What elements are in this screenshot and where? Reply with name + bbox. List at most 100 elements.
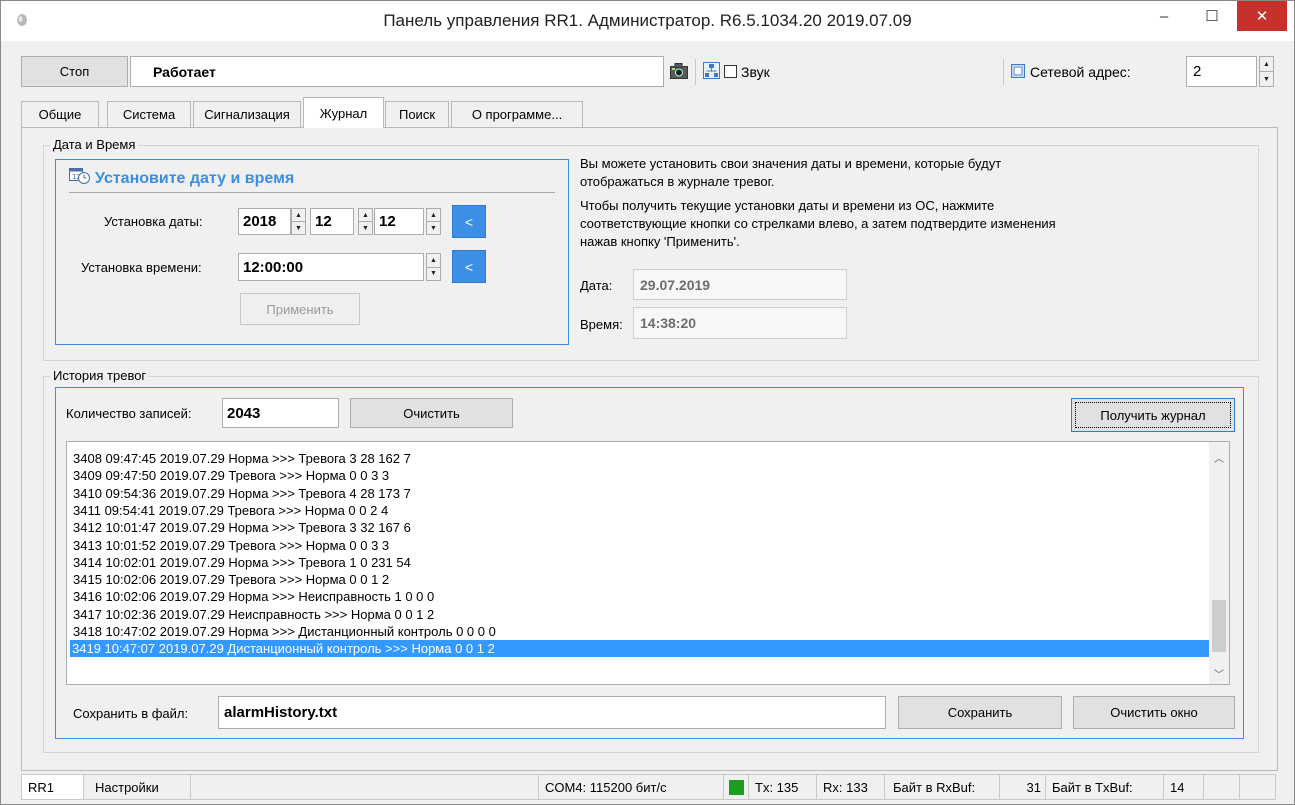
status-rxbuf-label: Байт в RxBuf: <box>885 774 1000 800</box>
spin-down-icon[interactable]: ▼ <box>427 266 440 281</box>
stop-button[interactable]: Стоп <box>21 56 128 87</box>
status-port: COM4: 115200 бит/с <box>539 774 724 800</box>
status-rxbuf-value: 31 <box>1000 774 1046 800</box>
tab-general[interactable]: Общие <box>21 101 99 127</box>
heading-divider <box>69 192 555 193</box>
tab-about[interactable]: О программе... <box>451 101 583 127</box>
save-file-label: Сохранить в файл: <box>73 706 189 721</box>
toolbar-separator <box>695 59 696 85</box>
window-title: Панель управления RR1. Администратор. R6… <box>383 11 912 30</box>
clear-window-button[interactable]: Очистить окно <box>1073 696 1235 729</box>
spin-up-icon[interactable]: ▲ <box>427 254 440 267</box>
network-address-icon <box>1011 64 1025 78</box>
apply-button[interactable]: Применить <box>240 293 360 325</box>
year-spinner[interactable]: ▲ ▼ <box>291 208 306 235</box>
month-spinner[interactable]: ▲ ▼ <box>358 208 373 235</box>
day-spinner[interactable]: ▲ ▼ <box>426 208 441 235</box>
time-label: Установка времени: <box>81 260 202 275</box>
list-scrollbar[interactable]: ︿ ﹀ <box>1209 442 1229 684</box>
history-group-title: История тревог <box>50 368 150 383</box>
status-tab-settings[interactable]: Настройки <box>83 774 191 800</box>
list-item[interactable]: 3414 10:02:01 2019.07.29 Норма >>> Трево… <box>71 554 411 571</box>
network-address-spinner[interactable]: ▲ ▼ <box>1259 56 1274 87</box>
status-field: Работает <box>130 56 664 87</box>
datetime-heading: Установите дату и время <box>95 170 295 187</box>
spin-up-icon[interactable]: ▲ <box>359 209 372 221</box>
year-input[interactable]: 2018 <box>238 208 291 235</box>
network-address-label: Сетевой адрес: <box>1030 64 1131 80</box>
list-item[interactable]: 3415 10:02:06 2019.07.29 Тревога >>> Нор… <box>71 571 389 588</box>
spin-down-icon[interactable]: ▼ <box>427 221 440 234</box>
list-item[interactable]: 3410 09:54:36 2019.07.29 Норма >>> Трево… <box>71 485 411 502</box>
time-spinner[interactable]: ▲ ▼ <box>426 253 441 281</box>
current-time-field: 14:38:20 <box>633 307 847 339</box>
spin-up-icon[interactable]: ▲ <box>292 209 305 221</box>
status-empty-cell-2 <box>1204 774 1240 800</box>
list-item[interactable]: 3409 09:47:50 2019.07.29 Тревога >>> Нор… <box>71 467 389 484</box>
sound-label: Звук <box>741 64 770 80</box>
spin-down-icon[interactable]: ▼ <box>359 221 372 234</box>
scroll-up-icon[interactable]: ︿ <box>1209 448 1229 466</box>
close-button[interactable]: ✕ <box>1237 1 1287 31</box>
network-address-input[interactable]: 2 <box>1186 56 1257 87</box>
status-txbuf-value: 14 <box>1164 774 1204 800</box>
status-indicator-cell <box>724 774 749 800</box>
save-button[interactable]: Сохранить <box>898 696 1062 729</box>
current-date-label: Дата: <box>580 278 613 293</box>
current-date-field: 29.07.2019 <box>633 269 847 300</box>
info-text-line-1: Вы можете установить свои значения даты … <box>580 156 1002 171</box>
tab-system[interactable]: Система <box>107 101 191 127</box>
info-text-line-2: отображаться в журнале тревог. <box>580 174 775 189</box>
list-item[interactable]: 3417 10:02:36 2019.07.29 Неисправность >… <box>71 606 434 623</box>
spin-up-icon[interactable]: ▲ <box>1260 57 1273 71</box>
get-log-button[interactable]: Получить журнал <box>1071 398 1235 432</box>
status-tab-rr1[interactable]: RR1 <box>21 774 84 800</box>
tab-search[interactable]: Поиск <box>385 101 449 127</box>
time-input[interactable]: 12:00:00 <box>238 253 424 281</box>
save-file-input[interactable]: alarmHistory.txt <box>218 696 886 729</box>
status-empty-cell-3 <box>1240 774 1276 800</box>
get-os-date-button[interactable]: < <box>452 205 486 238</box>
clear-button[interactable]: Очистить <box>350 398 513 428</box>
connection-indicator <box>728 779 744 795</box>
list-item[interactable]: 3413 10:01:52 2019.07.29 Тревога >>> Нор… <box>71 537 389 554</box>
sound-checkbox[interactable] <box>724 65 737 78</box>
spin-up-icon[interactable]: ▲ <box>427 209 440 221</box>
list-item[interactable]: 3411 09:54:41 2019.07.29 Тревога >>> Нор… <box>71 502 388 519</box>
record-count-label: Количество записей: <box>66 406 192 421</box>
status-empty-cell <box>191 774 539 800</box>
tab-alarm[interactable]: Сигнализация <box>193 101 301 127</box>
list-item[interactable]: 3412 10:01:47 2019.07.29 Норма >>> Трево… <box>71 519 411 536</box>
maximize-button[interactable]: ☐ <box>1189 1 1235 31</box>
status-bar: RR1 Настройки COM4: 115200 бит/с Tx: 135… <box>21 774 1276 800</box>
scrollbar-thumb[interactable] <box>1212 600 1226 652</box>
main-window: Панель управления RR1. Администратор. R6… <box>0 0 1295 805</box>
alarm-history-list[interactable]: 3408 09:47:45 2019.07.29 Норма >>> Трево… <box>66 441 1230 685</box>
spin-down-icon[interactable]: ▼ <box>1260 71 1273 86</box>
date-label: Установка даты: <box>104 214 203 229</box>
get-os-time-button[interactable]: < <box>452 250 486 283</box>
spin-down-icon[interactable]: ▼ <box>292 221 305 234</box>
status-tx: Tx: 135 <box>749 774 817 800</box>
info-text-line-4: соответствующие кнопки со стрелками влев… <box>580 216 1056 231</box>
list-item[interactable]: 3418 10:47:02 2019.07.29 Норма >>> Диста… <box>71 623 496 640</box>
info-text-line-3: Чтобы получить текущие установки даты и … <box>580 198 995 213</box>
day-input[interactable]: 12 <box>374 208 424 235</box>
minimize-button[interactable]: – <box>1141 1 1187 31</box>
status-rx: Rx: 133 <box>817 774 885 800</box>
list-item[interactable]: 3416 10:02:06 2019.07.29 Норма >>> Неисп… <box>71 588 434 605</box>
toolbar-separator-2 <box>1003 59 1004 85</box>
datetime-group-title: Дата и Время <box>50 137 139 152</box>
scroll-down-icon[interactable]: ﹀ <box>1209 664 1229 682</box>
current-time-label: Время: <box>580 317 623 332</box>
list-item[interactable]: 3408 09:47:45 2019.07.29 Норма >>> Трево… <box>71 450 411 467</box>
list-item[interactable]: 3419 10:47:07 2019.07.29 Дистанционный к… <box>70 640 1209 658</box>
network-icon[interactable] <box>703 62 720 79</box>
record-count-field: 2043 <box>222 398 339 428</box>
calendar-clock-icon: 12 <box>69 168 90 184</box>
camera-icon[interactable] <box>670 63 688 79</box>
tab-log[interactable]: Журнал <box>303 97 384 128</box>
info-text-line-5: нажав кнопку 'Применить'. <box>580 234 740 249</box>
month-input[interactable]: 12 <box>310 208 354 235</box>
title-bar[interactable]: Панель управления RR1. Администратор. R6… <box>1 1 1294 41</box>
